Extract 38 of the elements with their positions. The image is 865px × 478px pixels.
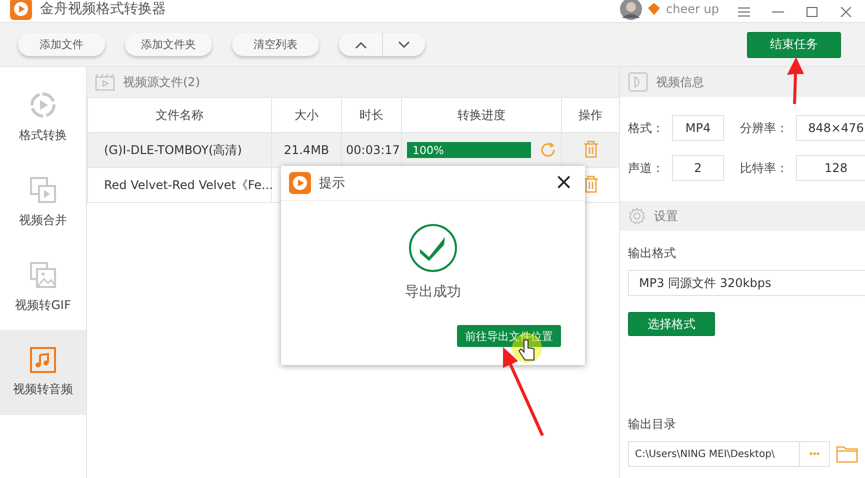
column-header: 时长 bbox=[342, 98, 402, 132]
toolbar-button[interactable]: 添加文件夹 bbox=[125, 33, 212, 56]
field-label: 输出目录 bbox=[628, 416, 677, 433]
sidebar-item[interactable]: 视频转音频 bbox=[0, 330, 86, 415]
info-field: 848×476 bbox=[796, 115, 865, 141]
field-label: 格式： bbox=[628, 120, 664, 136]
dialog-message: 导出成功 bbox=[405, 283, 461, 301]
output-format-field[interactable]: MP3 同源文件 320kbps bbox=[628, 270, 865, 296]
sidebar-item[interactable]: 视频转GIF bbox=[0, 245, 86, 330]
end-task-button[interactable]: 结束任务 bbox=[747, 32, 841, 58]
table-cell: 00:03:17 bbox=[342, 132, 402, 168]
column-header: 操作 bbox=[562, 98, 620, 132]
column-header: 转换进度 bbox=[402, 98, 562, 132]
dialog-title: 提示 bbox=[319, 175, 345, 192]
table-cell: 21.4MB bbox=[272, 132, 342, 168]
table-cell: Red Velvet-Red Velvet《Fe... bbox=[88, 168, 272, 202]
field-label: 输出格式 bbox=[628, 245, 677, 262]
column-header: 文件名称 bbox=[88, 98, 272, 132]
close-button[interactable]: × bbox=[550, 172, 577, 194]
toolbar-button[interactable]: 添加文件 bbox=[18, 33, 105, 56]
field-label: 分辨率： bbox=[739, 120, 788, 136]
info-field: 2 bbox=[672, 155, 724, 181]
field-label: 比特率： bbox=[739, 160, 788, 176]
table-cell: (G)I-DLE-TOMBOY(高清) bbox=[88, 132, 272, 168]
sidebar-item[interactable]: 视频合并 bbox=[0, 160, 86, 245]
section-title: 视频源文件(2) bbox=[123, 74, 200, 90]
info-field: MP4 bbox=[672, 115, 724, 141]
progress-text: 100% bbox=[412, 144, 444, 156]
choose-format-button[interactable]: 选择格式 bbox=[628, 312, 715, 336]
window-title: 金舟视频格式转换器 bbox=[40, 0, 166, 18]
section-title: 视频信息 bbox=[656, 74, 704, 90]
column-header: 大小 bbox=[272, 98, 342, 132]
info-field: 128 bbox=[796, 155, 865, 181]
toolbar-button[interactable]: 清空列表 bbox=[232, 33, 319, 56]
field-label: 声道： bbox=[628, 160, 664, 176]
user-name: cheer up bbox=[666, 2, 719, 16]
section-title: 设置 bbox=[654, 208, 678, 224]
sidebar-item[interactable]: 格式转换 bbox=[0, 75, 86, 160]
